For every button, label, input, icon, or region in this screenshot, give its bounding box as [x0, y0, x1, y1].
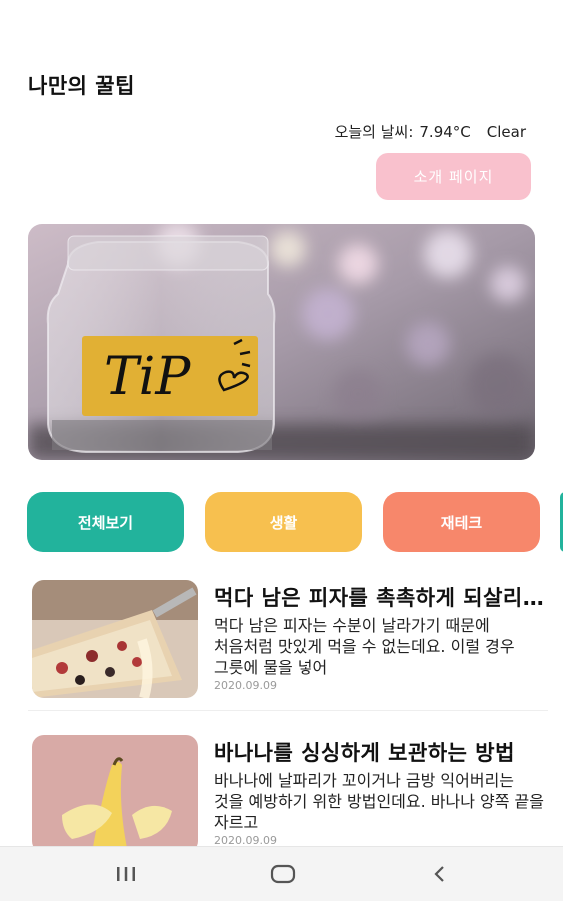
- post-description: 먹다 남은 피자는 수분이 날라가기 때문에 처음처럼 맛있게 먹을 수 없는데…: [214, 616, 515, 677]
- tip-jar-illustration: TiP: [28, 224, 535, 460]
- post-list-item[interactable]: 바나나를 싱싱하게 보관하는 방법 바나나에 날파리가 꼬이거나 금방 익어버리…: [28, 733, 548, 861]
- weather-info: 오늘의 날씨: 7.94°C Clear: [329, 121, 526, 142]
- list-divider: [28, 710, 548, 711]
- category-life-button[interactable]: 생활: [205, 492, 362, 552]
- post-title: 먹다 남은 피자를 촉촉하게 되살리는 방법: [214, 586, 544, 610]
- recent-apps-icon[interactable]: [111, 861, 141, 887]
- category-finance-button[interactable]: 재테크: [383, 492, 540, 552]
- weather-condition: Clear: [486, 123, 526, 141]
- tip-text: TiP: [104, 347, 191, 407]
- category-tabs: 전체보기 생활 재테크: [0, 492, 563, 552]
- post-title: 바나나를 싱싱하게 보관하는 방법: [214, 741, 515, 765]
- intro-page-button[interactable]: 소개 페이지: [376, 153, 531, 200]
- home-icon[interactable]: [268, 861, 298, 887]
- banana-thumbnail: [32, 735, 198, 853]
- back-icon[interactable]: [425, 861, 455, 887]
- pizza-thumbnail: [32, 580, 198, 698]
- post-description: 바나나에 날파리가 꼬이거나 금방 익어버리는 것을 예방하기 위한 방법인데요…: [214, 771, 544, 832]
- post-date: 2020.09.09: [214, 679, 277, 692]
- category-all-button[interactable]: 전체보기: [27, 492, 184, 552]
- tip-banner: TiP: [28, 224, 535, 460]
- post-list-item[interactable]: 먹다 남은 피자를 촉촉하게 되살리는 방법 먹다 남은 피자는 수분이 날라가…: [28, 578, 548, 706]
- weather-temp: 7.94°C: [419, 123, 471, 141]
- weather-label: 오늘의 날씨:: [334, 123, 414, 141]
- system-navigation-bar: [0, 846, 563, 901]
- app-title: 나만의 꿀팁: [28, 74, 135, 98]
